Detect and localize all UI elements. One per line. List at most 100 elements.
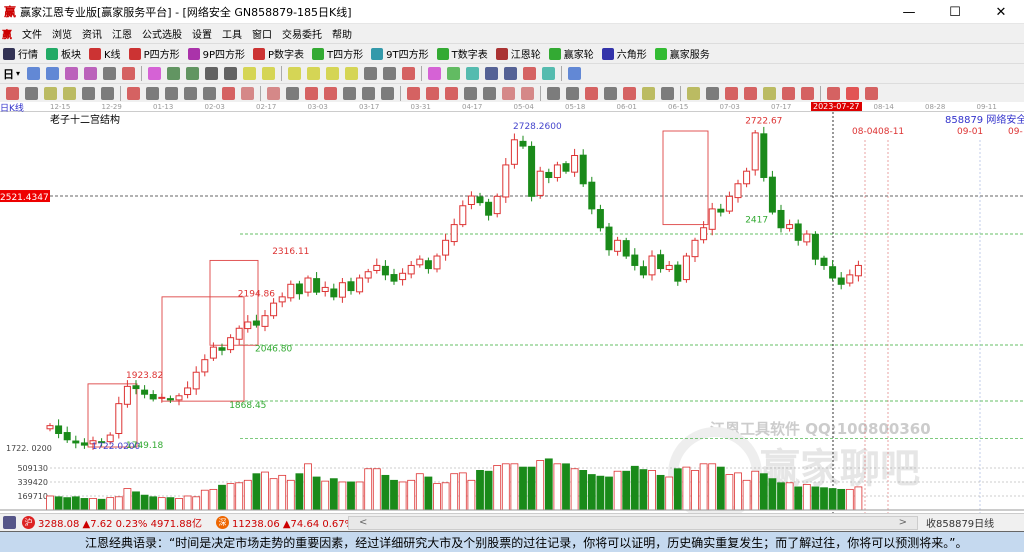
calculator-icon[interactable] — [3, 516, 16, 529]
tool-icon[interactable] — [63, 86, 76, 100]
tool-icon[interactable] — [243, 67, 257, 80]
tool-icon[interactable] — [6, 86, 19, 100]
tool-icon[interactable] — [25, 86, 38, 100]
menu-trade[interactable]: 交易委托 — [282, 26, 322, 41]
tool-icon[interactable] — [542, 67, 556, 80]
menu-browse[interactable]: 浏览 — [52, 26, 72, 41]
menu-file[interactable]: 文件 — [22, 26, 42, 41]
toolbar-button[interactable]: 江恩轮 — [495, 46, 541, 61]
tool-icon[interactable] — [186, 67, 200, 80]
tool-icon[interactable] — [445, 86, 458, 100]
tool-icon[interactable] — [362, 86, 375, 100]
tool-icon[interactable] — [65, 67, 79, 80]
tool-icon[interactable] — [27, 67, 41, 80]
tool-icon[interactable] — [566, 86, 579, 100]
tool-icon[interactable] — [502, 86, 515, 100]
tool-icon[interactable] — [485, 67, 499, 80]
toolbar-button[interactable]: 六角形 — [601, 46, 647, 61]
toolbar-button[interactable]: K线 — [89, 46, 121, 61]
tool-icon[interactable] — [343, 86, 356, 100]
tool-icon[interactable] — [82, 86, 95, 100]
tool-icon[interactable] — [146, 86, 159, 100]
tool-icon[interactable] — [523, 67, 537, 80]
tool-icon[interactable] — [148, 67, 162, 80]
tool-icon[interactable] — [504, 67, 518, 80]
tool-icon[interactable] — [687, 86, 700, 100]
tool-icon[interactable] — [623, 86, 636, 100]
tool-icon[interactable] — [101, 86, 114, 100]
tool-icon[interactable] — [103, 67, 117, 80]
menu-tools[interactable]: 工具 — [222, 26, 242, 41]
tool-icon[interactable] — [222, 86, 235, 100]
tool-icon[interactable] — [483, 86, 496, 100]
tool-icon[interactable] — [865, 86, 878, 100]
tool-icon[interactable] — [642, 86, 655, 100]
tool-icon[interactable] — [307, 67, 321, 80]
toolbar-button[interactable]: T四方形 — [312, 46, 363, 61]
toolbar-button[interactable]: 板块 — [46, 46, 81, 61]
tool-icon[interactable] — [568, 67, 582, 80]
toolbar-button[interactable]: P数字表 — [253, 46, 304, 61]
toolbar-button[interactable]: T数字表 — [436, 46, 488, 61]
tool-icon[interactable] — [324, 86, 337, 100]
tool-icon[interactable] — [407, 86, 420, 100]
tool-icon[interactable] — [364, 67, 378, 80]
tool-icon[interactable] — [801, 86, 814, 100]
tool-icon[interactable] — [466, 67, 480, 80]
tool-icon[interactable] — [184, 86, 197, 100]
horizontal-scrollbar[interactable]: < > — [348, 516, 918, 530]
tool-icon[interactable] — [224, 67, 238, 80]
tool-icon[interactable] — [262, 67, 276, 80]
scroll-left-button[interactable]: < — [359, 517, 367, 528]
tool-icon[interactable] — [167, 67, 181, 80]
toolbar-button[interactable]: P四方形 — [128, 46, 180, 61]
tool-icon[interactable] — [402, 67, 416, 80]
tool-icon[interactable] — [464, 86, 477, 100]
tool-icon[interactable] — [763, 86, 776, 100]
tool-icon[interactable] — [725, 86, 738, 100]
toolbar-button[interactable]: 赢家轮 — [548, 46, 594, 61]
scroll-right-button[interactable]: > — [899, 517, 907, 528]
tool-icon[interactable] — [241, 86, 254, 100]
menu-formula[interactable]: 公式选股 — [142, 26, 182, 41]
close-button[interactable]: ✕ — [978, 0, 1024, 24]
tool-icon[interactable] — [547, 86, 560, 100]
menu-settings[interactable]: 设置 — [192, 26, 212, 41]
menu-gann[interactable]: 江恩 — [112, 26, 132, 41]
tool-icon[interactable] — [661, 86, 674, 100]
tool-icon[interactable] — [345, 67, 359, 80]
tool-icon[interactable] — [827, 86, 840, 100]
tool-icon[interactable] — [288, 67, 302, 80]
tool-icon[interactable] — [428, 67, 442, 80]
tool-icon[interactable] — [286, 86, 299, 100]
menu-window[interactable]: 窗口 — [252, 26, 272, 41]
tool-icon[interactable] — [846, 86, 859, 100]
tool-icon[interactable] — [782, 86, 795, 100]
tool-icon[interactable] — [521, 86, 534, 100]
tool-icon[interactable] — [267, 86, 280, 100]
tool-icon[interactable] — [426, 86, 439, 100]
toolbar-button[interactable]: 赢家服务 — [654, 46, 710, 61]
period-select[interactable]: 日 — [3, 66, 14, 82]
tool-icon[interactable] — [706, 86, 719, 100]
maximize-button[interactable]: ☐ — [932, 0, 978, 24]
tool-icon[interactable] — [84, 67, 98, 80]
tool-icon[interactable] — [381, 86, 394, 100]
tool-icon[interactable] — [165, 86, 178, 100]
tool-icon[interactable] — [447, 67, 461, 80]
tool-icon[interactable] — [122, 67, 136, 80]
tool-icon[interactable] — [44, 86, 57, 100]
toolbar-button[interactable]: 9T四方形 — [371, 46, 429, 61]
tool-icon[interactable] — [46, 67, 60, 80]
tool-icon[interactable] — [585, 86, 598, 100]
tool-icon[interactable] — [305, 86, 318, 100]
minimize-button[interactable]: — — [886, 0, 932, 24]
chevron-down-icon[interactable]: ▾ — [16, 69, 20, 78]
menu-help[interactable]: 帮助 — [332, 26, 352, 41]
tool-icon[interactable] — [127, 86, 140, 100]
tool-icon[interactable] — [604, 86, 617, 100]
tool-icon[interactable] — [203, 86, 216, 100]
kline-chart[interactable]: 江恩工具软件 QQ:100800360赢家聊吧liaoba.yjct360.co… — [0, 112, 1024, 513]
tool-icon[interactable] — [205, 67, 219, 80]
toolbar-button[interactable]: 行情 — [3, 46, 38, 61]
